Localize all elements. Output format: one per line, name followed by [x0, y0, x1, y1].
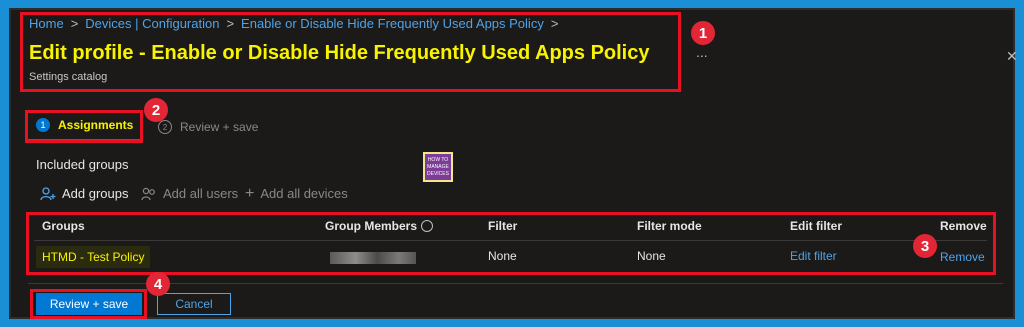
logo-line-1: HOW TO — [427, 156, 449, 163]
included-groups-label: Included groups — [36, 157, 129, 172]
annotation-box-assignments — [25, 110, 143, 143]
step-review-save[interactable]: 2 Review + save — [158, 120, 258, 134]
annotation-marker-3: 3 — [913, 234, 937, 258]
annotation-box-title — [20, 12, 681, 92]
add-all-devices-label: Add all devices — [260, 186, 348, 201]
htmd-logo: HOW TO MANAGE DEVICES — [423, 152, 453, 182]
footer-divider — [28, 283, 1003, 284]
annotation-box-review-save — [30, 289, 147, 319]
cancel-button[interactable]: Cancel — [157, 293, 231, 315]
add-all-users-button[interactable]: Add all users — [141, 186, 238, 201]
logo-line-3: DEVICES — [427, 170, 449, 177]
annotation-marker-1: 1 — [691, 21, 715, 45]
annotation-marker-2: 2 — [144, 98, 168, 122]
more-options-button[interactable]: ... — [696, 44, 708, 60]
add-groups-button[interactable]: Add groups — [40, 186, 129, 201]
users-icon — [141, 187, 155, 200]
close-icon[interactable]: ✕ — [1006, 48, 1018, 65]
logo-line-2: MANAGE — [427, 163, 449, 170]
annotation-box-table — [26, 212, 996, 275]
step-label-review-save: Review + save — [180, 120, 259, 134]
annotation-marker-4: 4 — [146, 272, 170, 296]
add-all-users-label: Add all users — [163, 186, 239, 201]
plus-icon: + — [245, 184, 255, 202]
add-person-icon — [40, 186, 56, 200]
add-all-devices-button[interactable]: + Add all devices — [245, 184, 348, 202]
add-groups-label: Add groups — [62, 186, 129, 201]
step-number-2-icon: 2 — [158, 120, 172, 134]
